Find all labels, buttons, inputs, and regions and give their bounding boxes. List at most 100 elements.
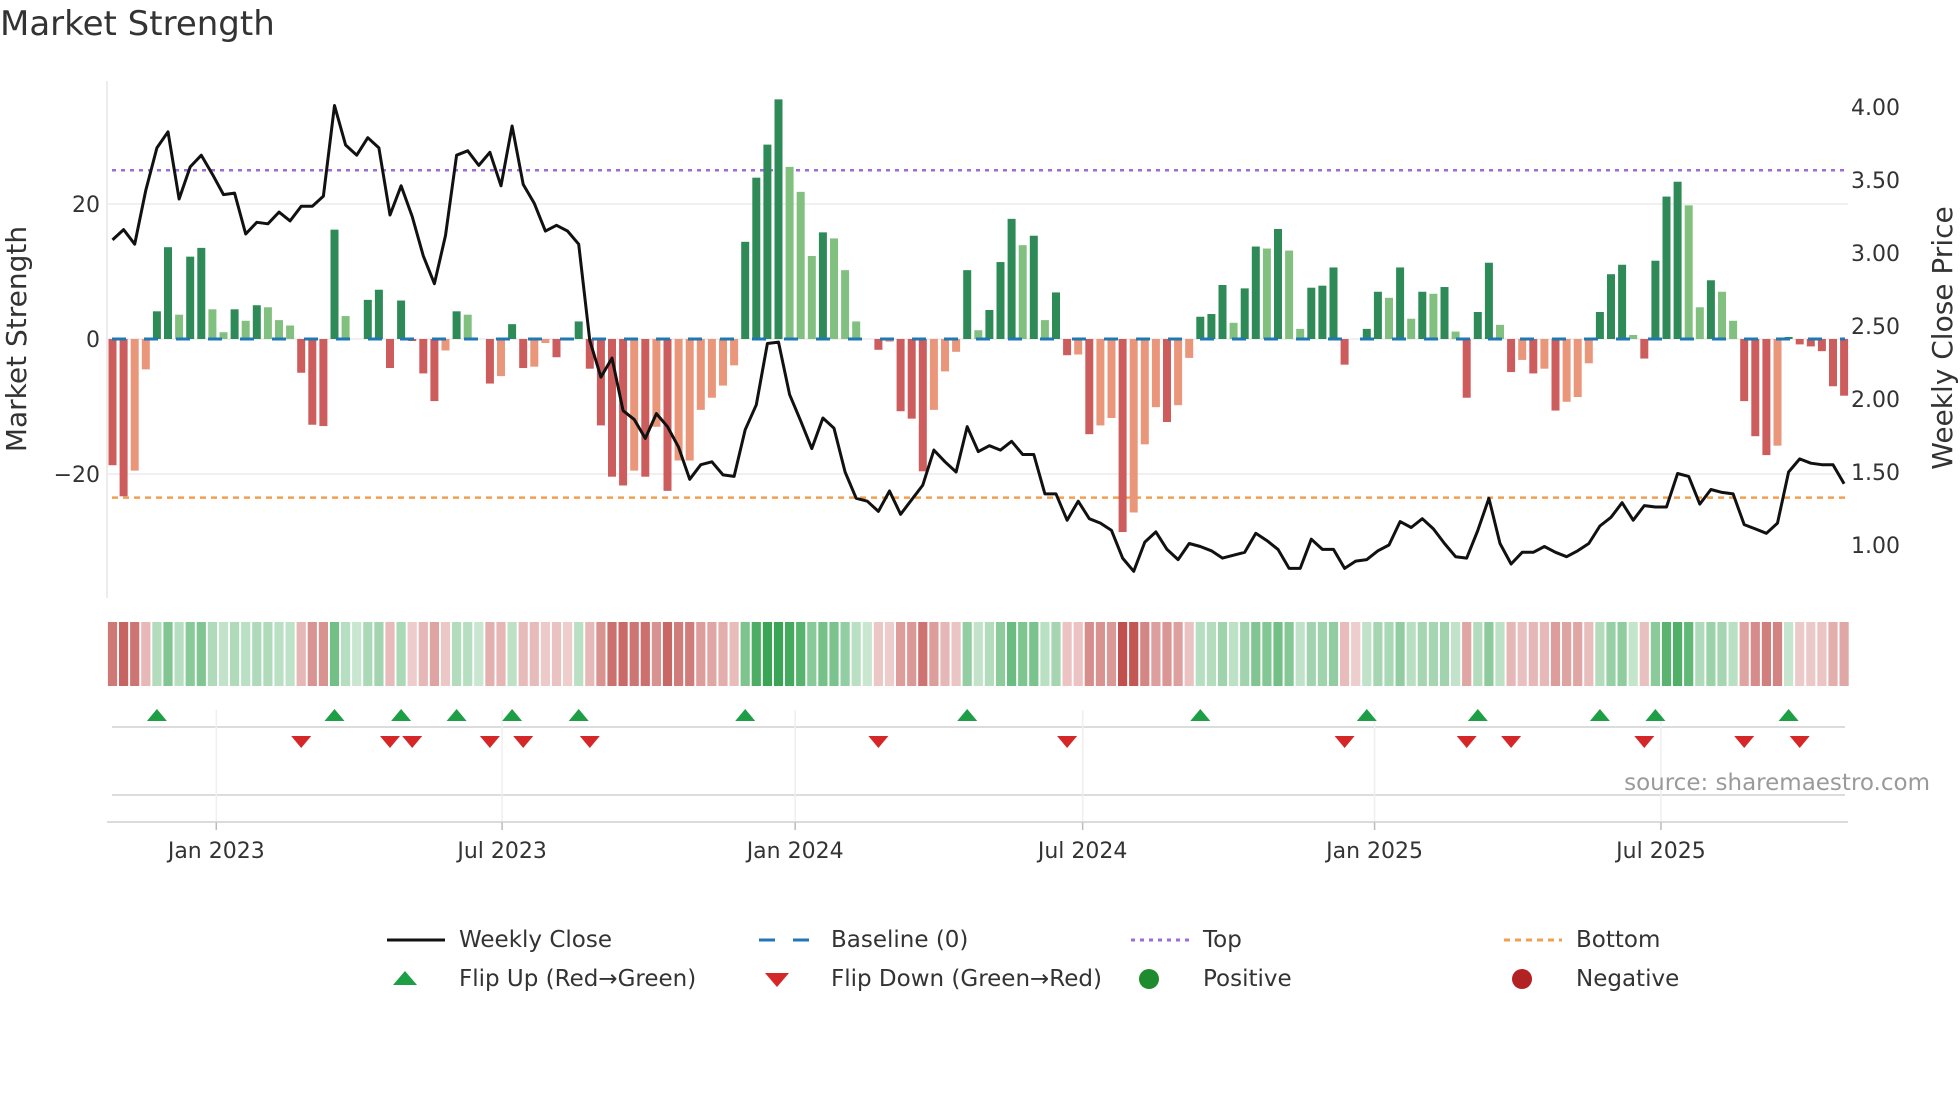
legend-item-bottom: Bottom <box>1504 925 1660 955</box>
strength-bar <box>108 339 117 466</box>
strength-strip-cell <box>119 622 129 686</box>
legend-label: Top <box>1203 927 1242 953</box>
solid-line-icon <box>387 938 445 942</box>
strength-strip-cell <box>252 622 262 686</box>
legend-item-flip-up: Flip Up (Red→Green) <box>387 964 696 994</box>
strength-strip-cell <box>829 622 839 686</box>
strength-bar <box>263 307 272 339</box>
strength-strip-cell <box>951 622 961 686</box>
strength-bar <box>907 339 916 419</box>
strength-strip-cell <box>1451 622 1461 686</box>
strength-bar <box>1529 339 1538 374</box>
strength-strip-cell <box>785 622 795 686</box>
flip-up-marker <box>146 709 167 721</box>
legend-label: Weekly Close <box>459 927 612 953</box>
strength-bar <box>452 311 461 339</box>
strength-bar <box>1185 339 1194 358</box>
strength-bar <box>1607 274 1615 339</box>
strength-strip-cell <box>696 622 706 686</box>
strength-strip-cell <box>1084 622 1094 686</box>
strength-strip-cell <box>751 622 761 686</box>
legend-label: Flip Up (Red→Green) <box>459 966 697 992</box>
legend-item-baseline: Baseline (0) <box>759 925 968 955</box>
strength-bar <box>818 232 827 339</box>
strength-bar <box>574 321 583 339</box>
x-tick-label: Jan 2023 <box>166 839 265 864</box>
flip-down-marker <box>579 736 600 748</box>
strength-bar <box>752 177 761 339</box>
strength-bar <box>497 339 505 377</box>
strength-strip-cell <box>463 622 473 686</box>
strength-bar <box>1496 324 1504 339</box>
strength-bar <box>175 314 184 339</box>
strength-strip-cell <box>1184 622 1194 686</box>
strength-bar <box>1196 316 1205 339</box>
flip-down-marker <box>291 736 312 748</box>
strength-strip-cell <box>1118 622 1128 686</box>
strength-strip-cell <box>263 622 273 686</box>
strength-strip-cell <box>474 622 484 686</box>
strength-strip-cell <box>1539 622 1549 686</box>
strength-strip-cell <box>1073 622 1083 686</box>
strength-bar <box>1484 262 1493 339</box>
strength-bar <box>1118 339 1127 533</box>
strength-bar <box>1040 320 1049 339</box>
strength-bar <box>1817 339 1826 352</box>
strength-bar <box>807 255 816 339</box>
strength-strip-cell <box>1473 622 1483 686</box>
x-tick-label: Jul 2023 <box>455 839 547 864</box>
strength-strip-cell <box>1484 622 1494 686</box>
strength-bar <box>1251 246 1260 339</box>
strength-strip-cell <box>840 622 850 686</box>
strength-bar <box>1729 320 1738 339</box>
strength-bar <box>1218 285 1227 339</box>
strength-bar <box>1140 339 1149 445</box>
strength-bar <box>719 339 727 386</box>
strength-bar <box>1651 260 1660 339</box>
strength-strip-cell <box>1106 622 1117 686</box>
strength-bar <box>1329 267 1338 339</box>
strength-bar <box>696 339 705 410</box>
strength-bar <box>330 229 339 339</box>
strength-strip-cell <box>307 622 317 686</box>
strength-bar <box>1518 339 1527 360</box>
strength-strip-cell <box>1328 622 1339 686</box>
strength-bar <box>1107 339 1116 418</box>
strength-strip-cell <box>507 622 517 686</box>
circle-icon <box>1512 969 1532 989</box>
y-tick-label: −20 <box>54 463 100 488</box>
flip-up-marker <box>1778 709 1799 721</box>
strength-strip-cell <box>1761 622 1771 686</box>
strength-strip-cell <box>1273 622 1283 686</box>
strength-bar <box>1473 312 1482 339</box>
strength-bar <box>1163 339 1171 423</box>
y2-tick-label: 1.50 <box>1851 461 1900 486</box>
strength-bar <box>1829 339 1837 387</box>
strength-strip-cell <box>1217 622 1228 686</box>
strength-strip-cell <box>1695 622 1705 686</box>
strength-strip-cell <box>1739 622 1749 686</box>
flip-down-marker <box>1334 736 1355 748</box>
flip-down-marker <box>513 736 534 748</box>
strength-bar <box>1362 328 1371 339</box>
strength-bar <box>1307 287 1316 339</box>
strength-bar <box>1840 339 1849 396</box>
strength-strip-cell <box>1173 622 1183 686</box>
x-tick-label: Jul 2025 <box>1614 839 1706 864</box>
strength-bar <box>1573 339 1582 398</box>
strength-bar <box>1618 264 1627 339</box>
circle-icon <box>1139 969 1159 989</box>
strength-bar <box>730 339 739 366</box>
strength-bar <box>1262 248 1271 339</box>
strength-bar <box>1684 205 1693 339</box>
strength-strip-cell <box>374 622 384 686</box>
strength-bar <box>1052 292 1060 339</box>
flip-up-marker <box>1190 709 1211 721</box>
strength-strip-cell <box>807 622 817 686</box>
dashed-line-icon <box>1504 938 1562 942</box>
strength-strip-cell <box>1684 622 1694 686</box>
strength-strip-cell <box>196 622 206 686</box>
strength-strip-cell <box>385 622 395 686</box>
flip-up-marker <box>1645 709 1666 721</box>
legend-item-flip-down: Flip Down (Green→Red) <box>759 964 1102 994</box>
